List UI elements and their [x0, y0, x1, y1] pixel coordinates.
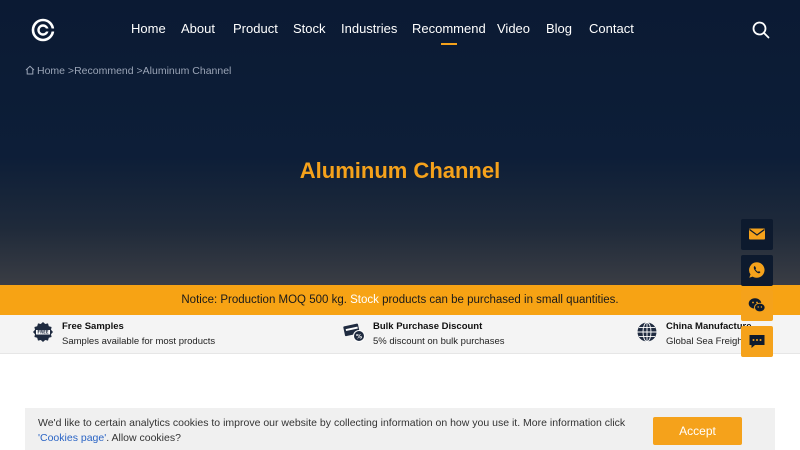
globe-icon: [637, 322, 657, 342]
nav-video[interactable]: Video: [497, 20, 530, 38]
feature-desc: 5% discount on bulk purchases: [373, 336, 505, 347]
notice-text: Notice: Production MOQ 500 kg.: [181, 294, 351, 306]
breadcrumb-separator: >: [65, 65, 75, 77]
feature-desc: Samples available for most products: [62, 336, 216, 347]
email-icon: [749, 228, 765, 240]
nav-recommend[interactable]: Recommend: [412, 20, 486, 45]
breadcrumb-recommend[interactable]: Recommend: [74, 65, 134, 77]
nav-home[interactable]: Home: [131, 20, 166, 38]
breadcrumb-home[interactable]: Home: [37, 65, 65, 77]
feature-strip: FREE Free Samples Samples available for …: [0, 315, 800, 354]
cookie-message: We'd like to certain analytics cookies t…: [38, 416, 638, 446]
nav-about[interactable]: About: [181, 20, 215, 38]
feature-title: Bulk Purchase Discount: [373, 321, 483, 332]
hero-banner: Home About Product Stock Industries Reco…: [0, 0, 800, 285]
chat-button[interactable]: [741, 326, 773, 357]
email-button[interactable]: [741, 219, 773, 250]
cookie-text-end: . Allow cookies?: [106, 432, 181, 444]
breadcrumb-separator: >: [133, 65, 143, 77]
whatsapp-icon: [749, 262, 765, 278]
search-icon[interactable]: [752, 21, 770, 39]
nav-blog[interactable]: Blog: [546, 20, 572, 38]
page-title: Aluminum Channel: [299, 158, 501, 183]
svg-text:FREE: FREE: [37, 330, 49, 335]
notice-stock-link[interactable]: Stock: [350, 294, 379, 306]
notice-text-end: products can be purchased in small quant…: [378, 294, 619, 306]
nav-contact[interactable]: Contact: [589, 20, 634, 38]
whatsapp-button[interactable]: [741, 255, 773, 286]
nav-stock[interactable]: Stock: [293, 20, 326, 38]
breadcrumb: Home >Recommend >Aluminum Channel: [25, 64, 231, 78]
feature-title: Free Samples: [62, 321, 124, 332]
free-badge-icon: FREE: [33, 322, 53, 342]
nav-product[interactable]: Product: [233, 20, 278, 38]
cookie-text: We'd like to certain analytics cookies t…: [38, 417, 626, 429]
cookie-banner: We'd like to certain analytics cookies t…: [25, 408, 775, 450]
breadcrumb-current: Aluminum Channel: [142, 65, 232, 77]
nav-industries[interactable]: Industries: [341, 20, 397, 38]
svg-text:%: %: [356, 333, 362, 340]
cookies-page-link[interactable]: 'Cookies page': [38, 432, 106, 444]
accept-cookies-button[interactable]: Accept: [653, 417, 742, 445]
chat-icon: [749, 335, 765, 348]
discount-card-icon: %: [343, 323, 365, 342]
main-nav: Home About Product Stock Industries Reco…: [0, 20, 800, 45]
wechat-icon: [748, 298, 766, 313]
home-icon: [25, 65, 35, 75]
feature-title: China Manufacture: [666, 321, 752, 332]
wechat-button[interactable]: [741, 290, 773, 321]
notice-bar: Notice: Production MOQ 500 kg. Stock pro…: [0, 285, 800, 315]
